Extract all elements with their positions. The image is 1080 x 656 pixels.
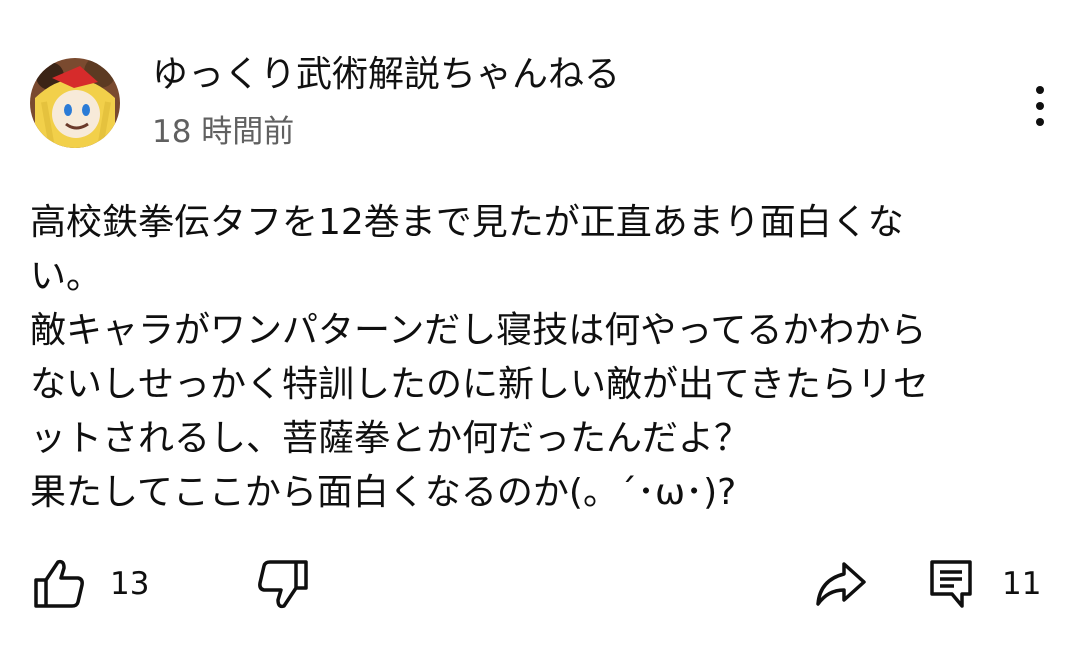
thumbs-up-icon — [34, 559, 84, 608]
more-vert-icon[interactable] — [1018, 76, 1062, 136]
avatar-image — [30, 58, 120, 148]
like-count: 13 — [110, 566, 150, 602]
like-button[interactable] — [32, 558, 86, 610]
reply-icon — [930, 560, 972, 608]
thumbs-down-icon — [258, 560, 308, 609]
comment-text-line: 果たしてここから面白くなるのか(。´･ω･)? — [30, 472, 737, 513]
channel-name[interactable]: ゆっくり武術解説ちゃんねる — [152, 50, 620, 100]
comment-text: 高校鉄拳伝タフを12巻まで見たが正直あまり面白くな い。 敵キャラがワンパターン… — [30, 196, 1060, 520]
reply-button[interactable] — [928, 558, 974, 610]
share-icon — [816, 562, 866, 606]
comment-text-line: 敵キャラがワンパターンだし寝技は何やってるかわから — [30, 310, 927, 351]
dislike-button[interactable] — [256, 558, 310, 610]
comment-text-line: ないしせっかく特訓したのに新しい敵が出てきたらリセ — [30, 364, 929, 405]
avatar[interactable] — [30, 58, 120, 148]
reply-count: 11 — [1002, 566, 1042, 602]
comment-text-line: ットされるし、菩薩拳とか何だったんだよ？ — [30, 418, 751, 459]
comment-timestamp: 18 時間前 — [152, 114, 295, 150]
share-button[interactable] — [812, 558, 868, 610]
comment-text-line: い。 — [30, 256, 103, 297]
comment-text-line: 高校鉄拳伝タフを12巻まで見たが正直あまり面白くな — [30, 202, 904, 243]
